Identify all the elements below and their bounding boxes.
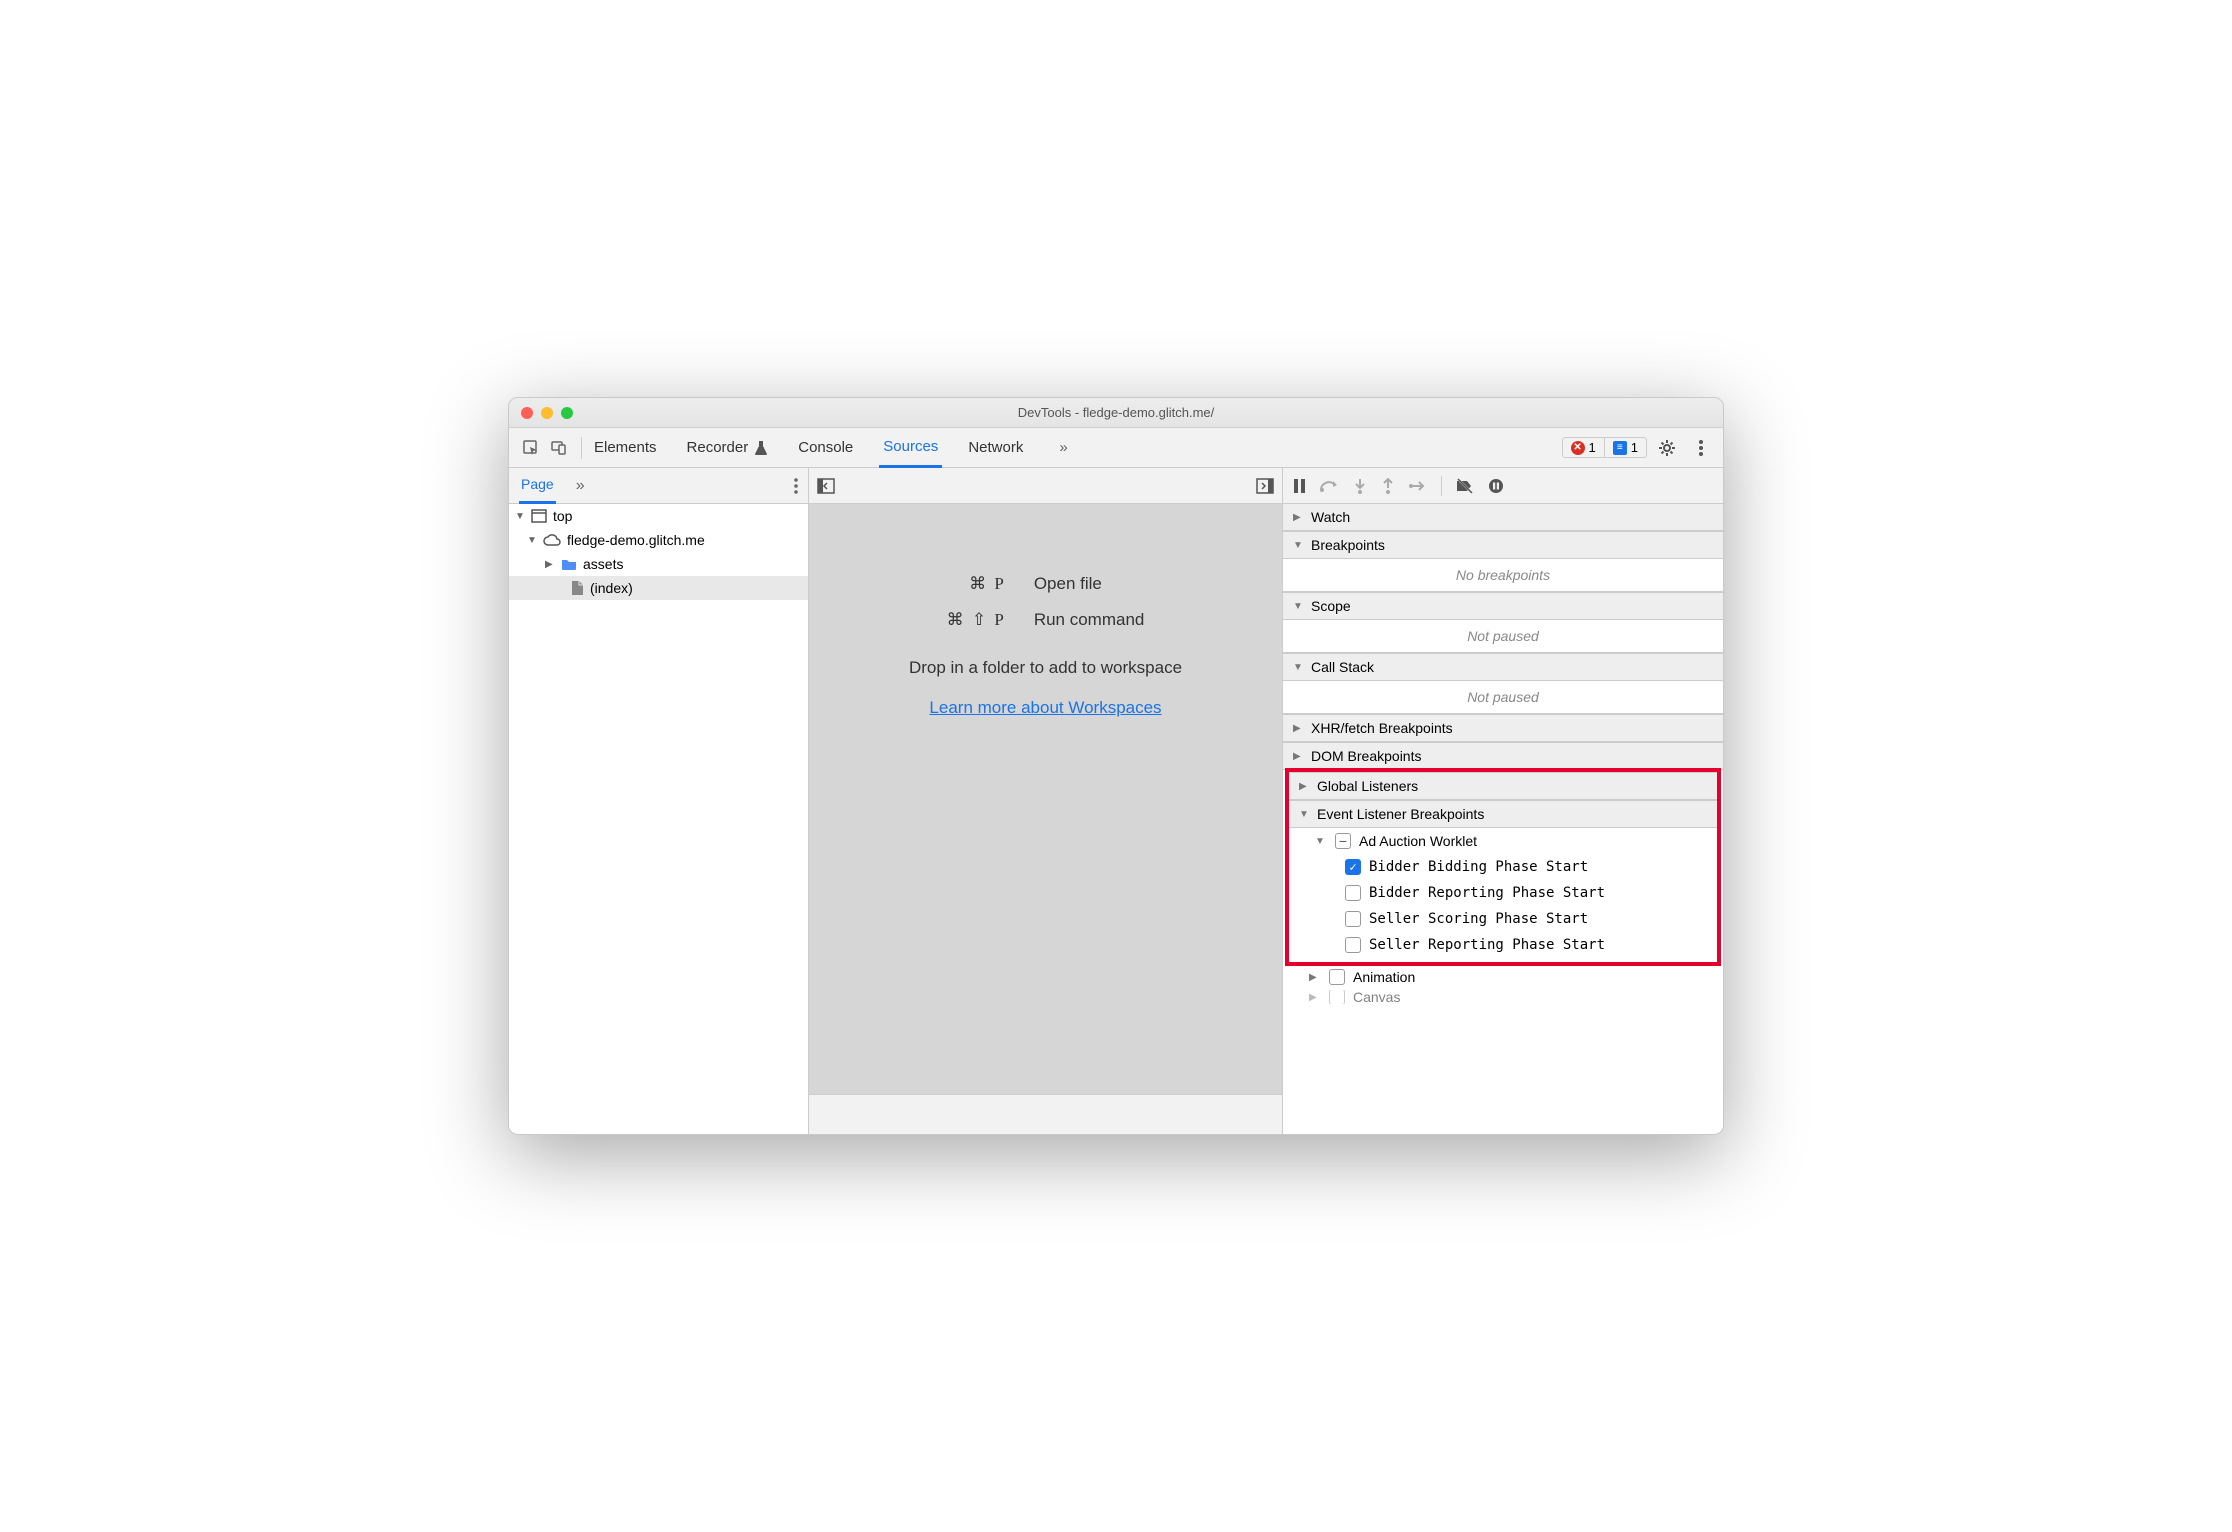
frame-icon (531, 509, 547, 523)
step-into-icon[interactable] (1353, 478, 1367, 494)
sources-subbar: Page » (509, 468, 1723, 504)
kebab-menu-icon[interactable] (1687, 434, 1715, 462)
pause-on-exceptions-icon[interactable] (1488, 478, 1504, 494)
checkbox-empty-icon[interactable] (1329, 969, 1345, 985)
work-area: ▼ top ▼ fledge-demo.glitch.me ▶ assets (… (509, 504, 1723, 1134)
file-navigator: ▼ top ▼ fledge-demo.glitch.me ▶ assets (… (509, 504, 809, 1134)
titlebar: DevTools - fledge-demo.glitch.me/ (509, 398, 1723, 428)
device-toggle-icon[interactable] (545, 434, 573, 462)
tree-file-label: (index) (590, 580, 633, 596)
main-toolbar: Elements Recorder Console Sources Networ… (509, 428, 1723, 468)
section-event-listener-breakpoints[interactable]: ▼Event Listener Breakpoints (1289, 800, 1717, 828)
step-over-icon[interactable] (1319, 479, 1339, 493)
cloud-icon (543, 534, 561, 546)
tree-origin[interactable]: ▼ fledge-demo.glitch.me (509, 528, 808, 552)
checkbox-empty-icon[interactable] (1345, 937, 1361, 953)
scope-empty: Not paused (1283, 620, 1723, 653)
tree-file-index[interactable]: (index) (509, 576, 808, 600)
tree-top[interactable]: ▼ top (509, 504, 808, 528)
more-tabs-button[interactable]: » (1049, 439, 1077, 456)
event-category-canvas[interactable]: ▶ Canvas (1283, 990, 1723, 1004)
callstack-empty: Not paused (1283, 681, 1723, 714)
toggle-debugger-icon[interactable] (1256, 478, 1274, 494)
checkbox-empty-icon[interactable] (1345, 911, 1361, 927)
event-seller-reporting[interactable]: Seller Reporting Phase Start (1289, 932, 1717, 958)
section-xhr[interactable]: ▶XHR/fetch Breakpoints (1283, 714, 1723, 742)
event-bidder-reporting[interactable]: Bidder Reporting Phase Start (1289, 880, 1717, 906)
open-file-shortcut: ⌘ P (947, 574, 1006, 594)
main-tabs: Elements Recorder Console Sources Networ… (590, 428, 1562, 468)
event-category-ad-auction[interactable]: ▼ − Ad Auction Worklet (1289, 828, 1717, 854)
breakpoints-empty: No breakpoints (1283, 559, 1723, 592)
section-callstack[interactable]: ▼Call Stack (1283, 653, 1723, 681)
step-icon[interactable] (1409, 480, 1427, 492)
debugger-sidebar: ▶Watch ▼Breakpoints No breakpoints ▼Scop… (1283, 504, 1723, 1134)
inspect-element-icon[interactable] (517, 434, 545, 462)
file-icon (571, 580, 584, 596)
section-scope[interactable]: ▼Scope (1283, 592, 1723, 620)
learn-workspaces-link[interactable]: Learn more about Workspaces (929, 698, 1161, 718)
open-file-label: Open file (1034, 574, 1145, 594)
checkbox-mixed-icon[interactable]: − (1335, 833, 1351, 849)
tab-sources[interactable]: Sources (879, 428, 942, 468)
tab-network[interactable]: Network (964, 429, 1027, 466)
checkbox-empty-icon[interactable] (1345, 885, 1361, 901)
editor-footer (809, 1094, 1282, 1134)
page-subtab[interactable]: Page (519, 467, 556, 504)
tab-elements[interactable]: Elements (590, 429, 661, 466)
checkbox-empty-icon[interactable] (1329, 990, 1345, 1004)
error-count-badge[interactable]: ✕ 1 (1563, 438, 1604, 457)
step-out-icon[interactable] (1381, 478, 1395, 494)
tree-folder-assets[interactable]: ▶ assets (509, 552, 808, 576)
event-category-animation[interactable]: ▶ Animation (1283, 964, 1723, 990)
message-count-badge[interactable]: ≡ 1 (1605, 438, 1646, 457)
editor-placeholder: ⌘ P Open file ⌘ ⇧ P Run command Drop in … (809, 504, 1283, 1134)
checkbox-checked-icon[interactable]: ✓ (1345, 859, 1361, 875)
settings-icon[interactable] (1653, 434, 1681, 462)
tab-console[interactable]: Console (794, 429, 857, 466)
devtools-window: DevTools - fledge-demo.glitch.me/ Elemen… (508, 397, 1724, 1135)
section-global-listeners[interactable]: ▶Global Listeners (1289, 772, 1717, 800)
drop-folder-hint: Drop in a folder to add to workspace (909, 658, 1182, 678)
window-title: DevTools - fledge-demo.glitch.me/ (509, 405, 1723, 420)
section-breakpoints[interactable]: ▼Breakpoints (1283, 531, 1723, 559)
tab-recorder[interactable]: Recorder (683, 429, 773, 466)
tree-origin-label: fledge-demo.glitch.me (567, 532, 705, 548)
deactivate-breakpoints-icon[interactable] (1456, 478, 1474, 494)
flask-icon (754, 440, 768, 456)
section-dom[interactable]: ▶DOM Breakpoints (1283, 742, 1723, 770)
message-icon: ≡ (1613, 441, 1627, 455)
pause-icon[interactable] (1293, 479, 1305, 493)
page-kebab-icon[interactable] (794, 478, 798, 494)
error-icon: ✕ (1571, 441, 1585, 455)
run-command-shortcut: ⌘ ⇧ P (947, 610, 1006, 630)
tree-folder-label: assets (583, 556, 623, 572)
toggle-navigator-icon[interactable] (817, 478, 835, 494)
tree-top-label: top (553, 508, 572, 524)
run-command-label: Run command (1034, 610, 1145, 630)
folder-icon (561, 558, 577, 570)
event-bidder-bidding[interactable]: ✓ Bidder Bidding Phase Start (1289, 854, 1717, 880)
section-watch[interactable]: ▶Watch (1283, 504, 1723, 531)
issue-badges: ✕ 1 ≡ 1 (1562, 437, 1647, 458)
highlight-annotation: ▶Global Listeners ▼Event Listener Breakp… (1285, 768, 1721, 966)
event-seller-scoring[interactable]: Seller Scoring Phase Start (1289, 906, 1717, 932)
more-subtabs-button[interactable]: » (566, 477, 595, 495)
